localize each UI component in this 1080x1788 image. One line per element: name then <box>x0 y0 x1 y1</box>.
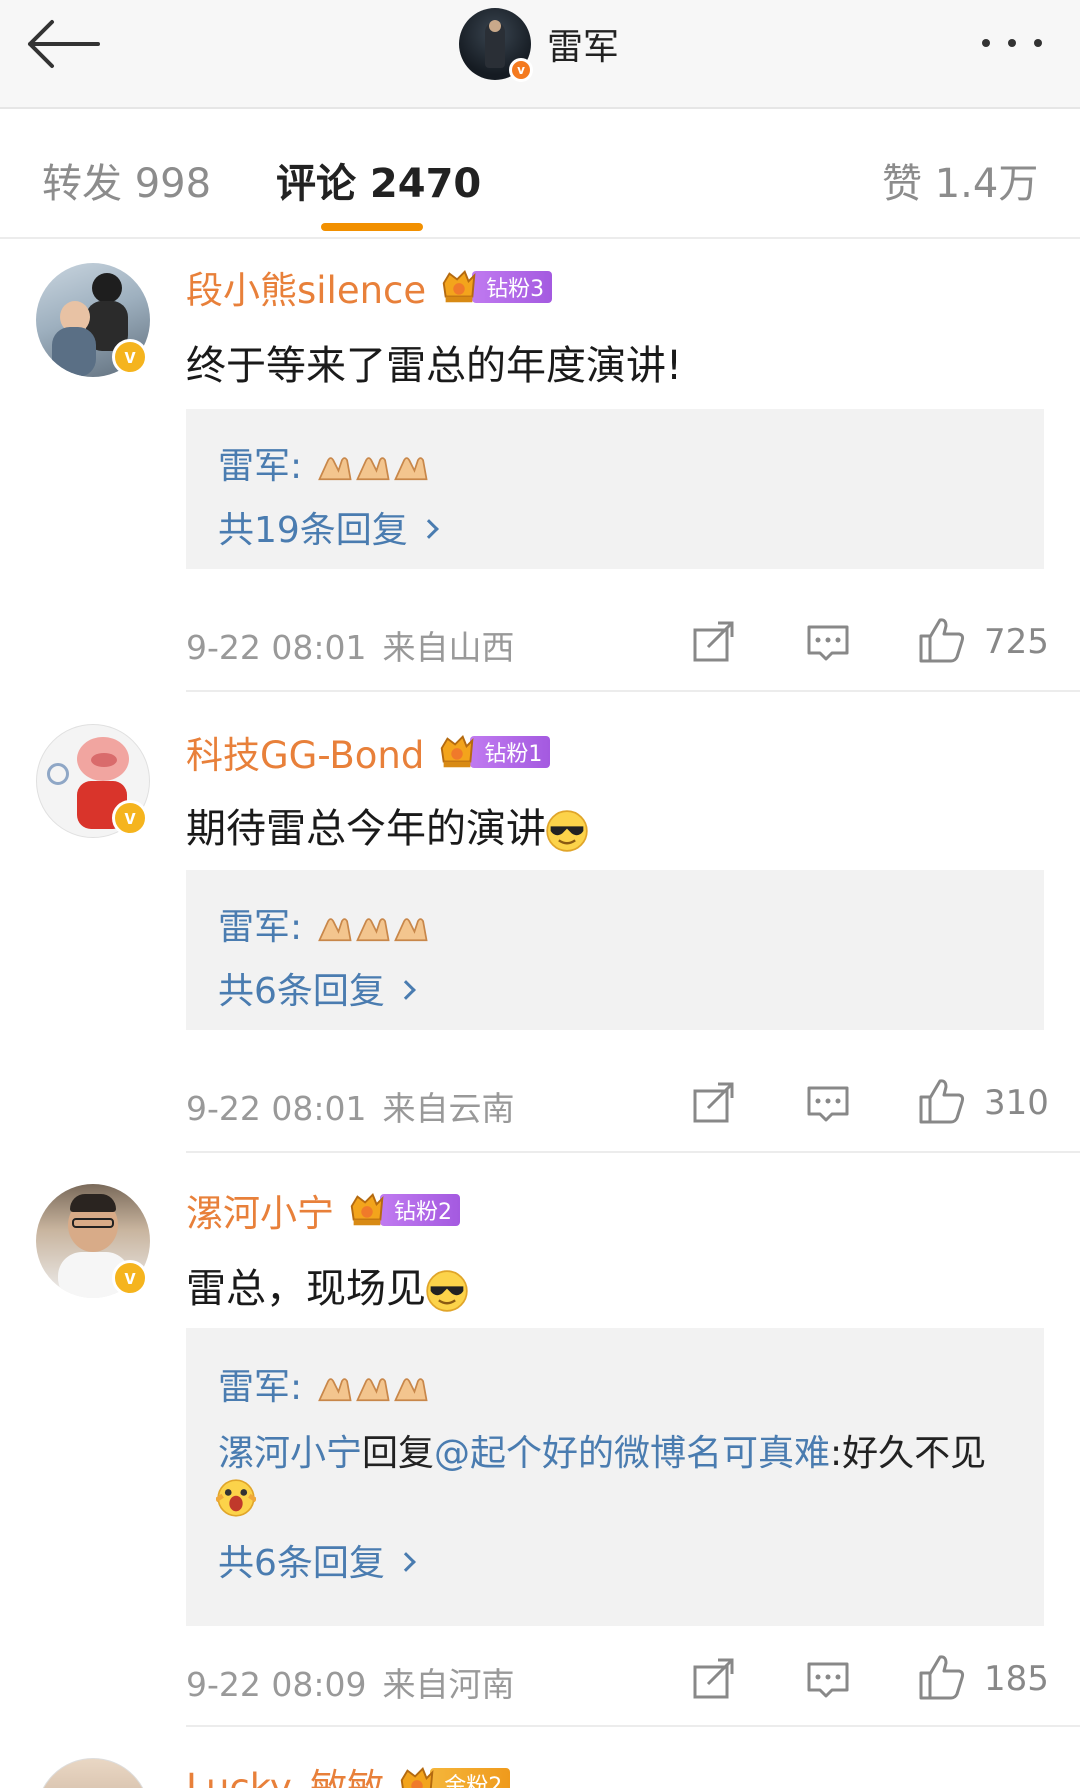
comment-username[interactable]: 段小熊silence <box>186 260 426 314</box>
comment-item: v 段小熊silence 钻粉3 终于等来了雷总的年度演讲! 雷军: 共19条回… <box>0 241 1080 692</box>
page-title: 雷军 <box>547 27 620 68</box>
clap-hands-icon <box>318 1378 428 1402</box>
crown-icon <box>350 1193 384 1227</box>
reply-author[interactable]: 雷军: <box>218 1367 302 1408</box>
comment-text: 终于等来了雷总的年度演讲! <box>186 343 683 389</box>
comment-username[interactable]: 科技GG-Bond <box>186 725 424 779</box>
mention-link[interactable]: @起个好的微博名可真难 <box>434 1433 830 1474</box>
crown-icon <box>401 1767 434 1788</box>
avatar[interactable]: v <box>36 263 150 377</box>
clap-hands-icon <box>318 918 428 942</box>
avatar[interactable]: v <box>36 1184 150 1298</box>
view-more-replies-link[interactable]: 共6条回复 <box>218 962 416 1014</box>
verified-badge-icon: v <box>509 58 533 82</box>
reply-preview-box[interactable]: 雷军: 漯河小宁回复@起个好的微博名可真难:好久不见 共6条回复 <box>186 1328 1044 1626</box>
tab-comments[interactable]: 评论 2470 <box>276 151 481 209</box>
share-icon[interactable] <box>692 621 736 663</box>
view-more-replies-link[interactable]: 共6条回复 <box>218 1534 416 1586</box>
comment-timestamp: 9-22 08:01 <box>186 1089 367 1128</box>
reply-preview-box[interactable]: 雷军: 共6条回复 <box>186 870 1044 1030</box>
fan-level-badge[interactable]: 钻粉3 <box>438 270 553 304</box>
comment-timestamp: 9-22 08:09 <box>186 1665 367 1704</box>
comment-username[interactable]: 漯河小宁 <box>186 1183 334 1237</box>
avatar[interactable]: v <box>36 724 150 838</box>
comment-item: v 科技GG-Bond 钻粉1 期待雷总今年的演讲 雷军: 共6条回复 9-22… <box>0 692 1080 1153</box>
comment-icon[interactable] <box>806 623 850 663</box>
fan-level-badge[interactable]: 金粉2 <box>396 1767 511 1788</box>
reply-preview-box[interactable]: 雷军: 共19条回复 <box>186 409 1044 569</box>
more-options-icon[interactable] <box>976 32 1048 54</box>
active-tab-indicator <box>321 223 423 231</box>
reply-text: :好久不见 <box>830 1433 987 1474</box>
avatar[interactable] <box>36 1758 150 1788</box>
comment-item: v 漯河小宁 钻粉2 雷总，现场见 雷军: 漯河小宁回复@起个好的微博名可真难:… <box>0 1152 1080 1727</box>
fan-level-badge[interactable]: 钻粉1 <box>436 735 551 769</box>
verified-badge-icon: v <box>112 1260 148 1296</box>
comment-item: Lucky_敏敏 金粉2 <box>0 1726 1080 1788</box>
fan-level-badge[interactable]: 钻粉2 <box>346 1193 460 1227</box>
top-bar: v 雷军 <box>0 0 1080 109</box>
crown-icon <box>442 270 476 304</box>
tab-reposts[interactable]: 转发 998 <box>42 151 211 209</box>
view-more-replies-link[interactable]: 共19条回复 <box>218 501 439 553</box>
tab-bar: 转发 998 评论 2470 赞 1.4万 <box>0 111 1080 239</box>
like-icon[interactable] <box>918 1654 966 1702</box>
comment-username[interactable]: Lucky_敏敏 <box>186 1757 384 1788</box>
clap-hands-icon <box>318 457 428 481</box>
like-count: 725 <box>984 622 1049 662</box>
comment-text: 期待雷总今年的演讲 <box>186 796 588 854</box>
share-icon[interactable] <box>692 1658 736 1700</box>
like-icon[interactable] <box>918 617 966 665</box>
reply-author[interactable]: 雷军: <box>218 907 302 948</box>
comment-icon[interactable] <box>806 1660 850 1700</box>
share-icon[interactable] <box>692 1082 736 1124</box>
profile-header[interactable]: v 雷军 <box>459 8 620 82</box>
like-icon[interactable] <box>918 1078 966 1126</box>
comment-timestamp: 9-22 08:01 <box>186 628 367 667</box>
comment-location: 来自河南 <box>382 1665 515 1704</box>
tab-likes[interactable]: 赞 1.4万 <box>882 151 1038 209</box>
like-count: 310 <box>984 1083 1049 1123</box>
avatar[interactable]: v <box>459 8 533 82</box>
crown-icon <box>441 735 474 769</box>
verified-badge-icon: v <box>112 800 148 836</box>
reply-verb: 回复 <box>362 1433 435 1474</box>
like-count: 185 <box>984 1659 1049 1699</box>
excited-face-emoji-icon <box>216 1478 256 1518</box>
comment-icon[interactable] <box>806 1084 850 1124</box>
cool-sunglasses-emoji-icon <box>546 810 588 852</box>
reply-user-link[interactable]: 漯河小宁 <box>218 1433 362 1474</box>
comment-location: 来自云南 <box>382 1089 515 1128</box>
reply-author[interactable]: 雷军: <box>218 446 302 487</box>
comment-location: 来自山西 <box>382 628 515 667</box>
verified-badge-icon: v <box>112 339 148 375</box>
comment-text: 雷总，现场见 <box>186 1256 468 1314</box>
cool-sunglasses-emoji-icon <box>426 1270 468 1312</box>
back-arrow-icon[interactable] <box>22 14 110 74</box>
